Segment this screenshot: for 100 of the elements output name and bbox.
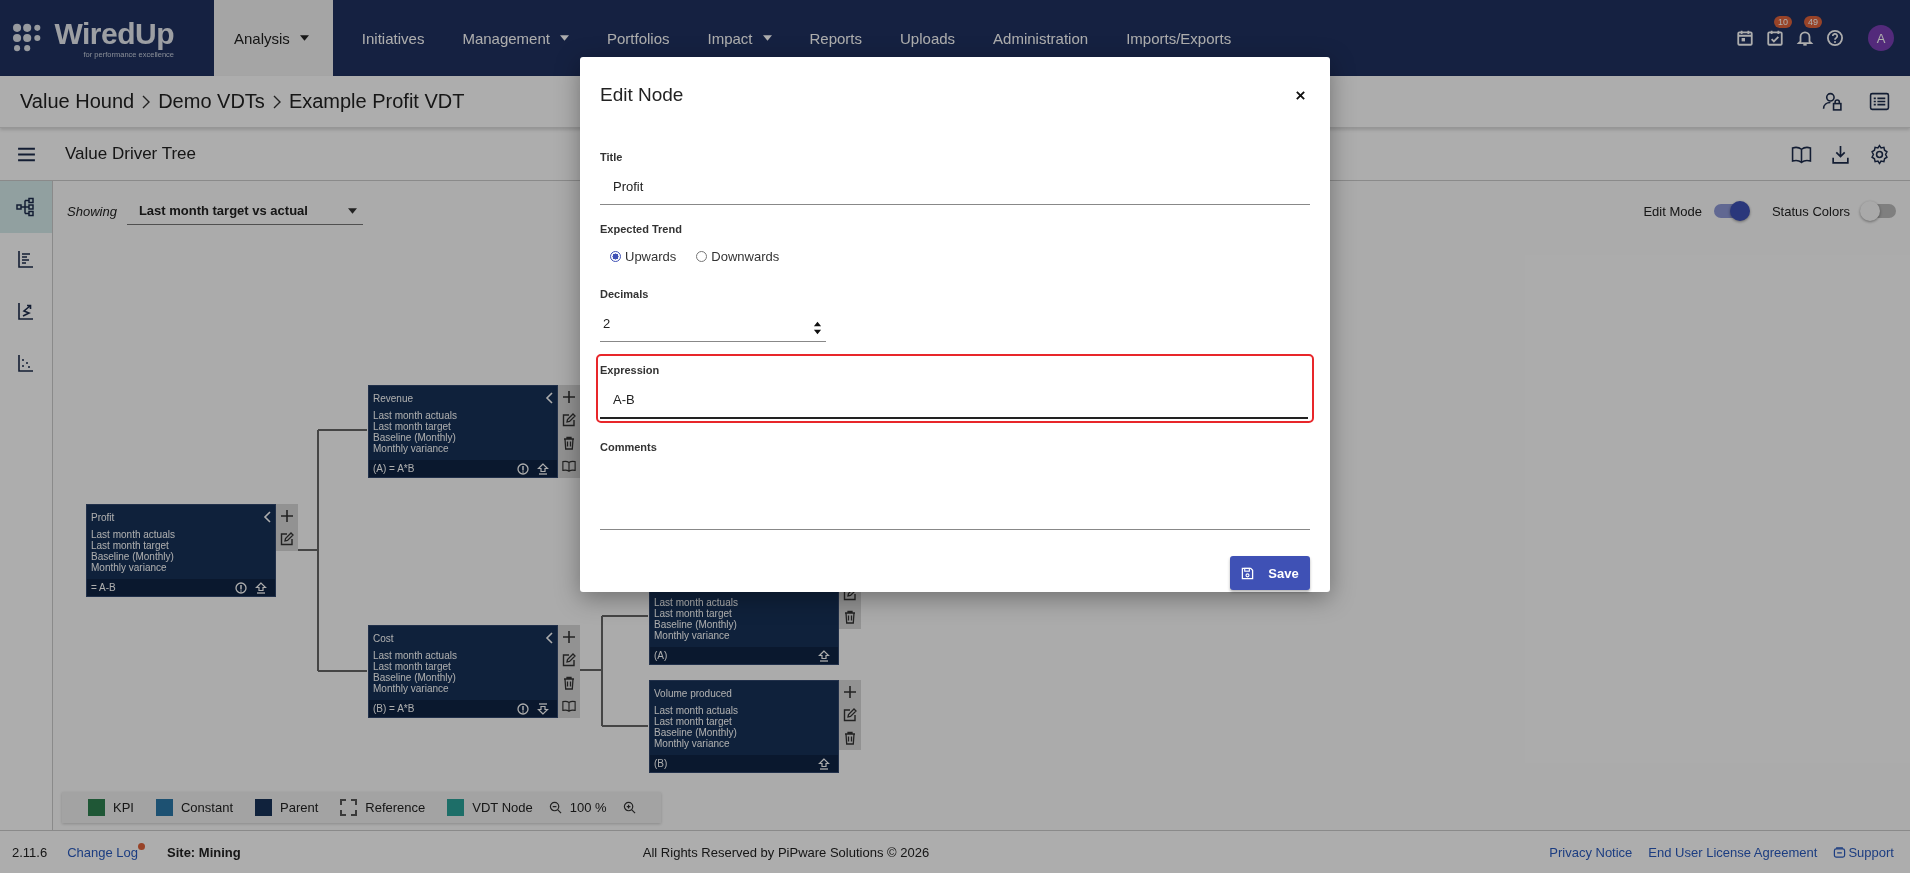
- field-label: Expression: [600, 364, 661, 376]
- help-icon[interactable]: [1826, 29, 1844, 47]
- calendar-icon[interactable]: [1736, 29, 1754, 47]
- chevron-left-icon[interactable]: [545, 392, 553, 404]
- sidebar-view-tab[interactable]: [0, 181, 52, 233]
- chevron-right-icon: [142, 94, 151, 109]
- legend-label: Reference: [365, 800, 426, 815]
- breadcrumb-link[interactable]: Demo VDTs: [158, 90, 265, 113]
- nav-menu-tab[interactable]: Reports: [792, 0, 880, 76]
- node-formula: (B) = A*B: [373, 703, 415, 714]
- info-icon[interactable]: [517, 702, 529, 715]
- tree-node-card[interactable]: Profit Last month actuals Last month target Baseline (Monthly) Monthly variance = A-B: [86, 504, 276, 597]
- nav-menu-tab[interactable]: Analysis: [214, 0, 333, 76]
- plus-icon[interactable]: [562, 390, 576, 404]
- plus-icon[interactable]: [280, 509, 294, 523]
- scatter-chart-icon[interactable]: [16, 353, 36, 373]
- trend-chart-icon[interactable]: [16, 301, 36, 321]
- node-title: Profit: [91, 511, 116, 523]
- node-formula: (A) = A*B: [373, 463, 415, 474]
- trash-icon[interactable]: [843, 731, 857, 745]
- legend-label: KPI: [113, 800, 134, 815]
- user-lock-icon[interactable]: [1822, 91, 1843, 112]
- field-label: Title: [600, 151, 624, 163]
- node-measure-label: Last month actuals: [91, 529, 176, 540]
- logo-wordmark: WiredUp: [54, 17, 174, 50]
- support-link[interactable]: Support: [1848, 844, 1894, 860]
- zoom-out-icon[interactable]: [548, 801, 562, 814]
- field-label: Expected Trend: [600, 223, 683, 235]
- plus-icon[interactable]: [843, 685, 857, 699]
- open-book-icon[interactable]: [562, 699, 576, 713]
- radio-label[interactable]: Upwards: [625, 249, 677, 264]
- tree-node-card[interactable]: Volume produced Last month actuals Last month target Baseline (Monthly) Monthly variance (B): [649, 680, 839, 773]
- nav-menu-tab[interactable]: Administration: [976, 0, 1106, 76]
- hierarchy-icon[interactable]: [16, 197, 36, 217]
- field-label: Decimals: [600, 288, 650, 300]
- footer-link[interactable]: Privacy Notice: [1549, 844, 1633, 860]
- plus-icon[interactable]: [562, 630, 576, 644]
- trash-icon[interactable]: [562, 436, 576, 450]
- list-icon[interactable]: [1869, 91, 1890, 112]
- nav-menu-tab[interactable]: Uploads: [883, 0, 973, 76]
- open-book-icon[interactable]: [562, 459, 576, 473]
- node-measure-label: Baseline (Monthly): [654, 727, 738, 738]
- arrow-up-icon[interactable]: [255, 581, 267, 594]
- breadcrumb-link[interactable]: Example Profit VDT: [288, 90, 465, 113]
- tree-node-card[interactable]: Cost Last month actuals Last month target Baseline (Monthly) Monthly variance (B) = A*B: [368, 625, 558, 718]
- support-icon[interactable]: [1833, 845, 1847, 859]
- node-measure-label: Baseline (Monthly): [654, 619, 738, 630]
- toggle-label: Edit Mode: [1643, 203, 1702, 219]
- close-icon[interactable]: [1295, 89, 1306, 101]
- trash-icon[interactable]: [843, 610, 857, 624]
- text-input-field[interactable]: Profit: [600, 163, 1310, 205]
- count-badge: 49: [1804, 16, 1822, 28]
- chevron-left-icon[interactable]: [263, 511, 271, 523]
- chevron-left-icon[interactable]: [545, 632, 553, 644]
- download-icon[interactable]: [1830, 143, 1851, 165]
- info-icon[interactable]: [517, 462, 529, 475]
- arrow-up-icon[interactable]: [818, 649, 830, 662]
- zoom-in-icon[interactable]: [622, 801, 636, 814]
- text-input-field[interactable]: A-B: [600, 376, 1308, 419]
- radio-button[interactable]: [610, 251, 621, 262]
- caret-icon: [347, 207, 357, 214]
- toggle-switch[interactable]: [1713, 204, 1748, 218]
- count-badge: 10: [1774, 16, 1792, 28]
- radio-label[interactable]: Downwards: [711, 249, 780, 264]
- footer-link[interactable]: End User License Agreement: [1648, 844, 1818, 860]
- nav-menu-tab[interactable]: Portfolios: [589, 0, 687, 76]
- toggle-switch[interactable]: [1862, 204, 1896, 218]
- node-title: Cost: [373, 632, 395, 644]
- node-measure-label: Last month actuals: [654, 705, 739, 716]
- info-icon[interactable]: [235, 581, 247, 594]
- number-input-field[interactable]: 2: [600, 300, 813, 341]
- node-title: Volume produced: [654, 687, 733, 699]
- node-measure-label: Last month target: [373, 661, 451, 672]
- node-measure-label: Monthly variance: [654, 738, 730, 749]
- tree-node-card[interactable]: Revenue Last month actuals Last month target Baseline (Monthly) Monthly variance (A) = A*B: [368, 385, 558, 478]
- arrow-up-icon[interactable]: [818, 757, 830, 770]
- task-check-icon[interactable]: [1766, 29, 1784, 47]
- breadcrumb-link[interactable]: Value Hound: [20, 90, 135, 113]
- page-title: Value Driver Tree: [65, 144, 196, 164]
- spinner-arrows-icon[interactable]: [813, 319, 822, 337]
- bar-list-icon[interactable]: [16, 249, 36, 269]
- changelog-link[interactable]: Change Log: [67, 844, 139, 860]
- toggle-label: Status Colors: [1771, 203, 1850, 219]
- arrow-down-icon[interactable]: [537, 702, 549, 715]
- nav-menu-tab[interactable]: Initiatives: [344, 0, 442, 76]
- nav-menu-tab[interactable]: Imports/Exports: [1109, 0, 1249, 76]
- node-measure-label: Last month actuals: [654, 597, 739, 608]
- scenario-dropdown[interactable]: Last month target vs actual: [126, 197, 363, 225]
- trash-icon[interactable]: [562, 676, 576, 690]
- node-measure-label: Monthly variance: [654, 630, 730, 641]
- notification-bell-icon[interactable]: [1796, 29, 1814, 47]
- nav-menu-tab[interactable]: Impact: [690, 0, 789, 76]
- settings-icon[interactable]: [1869, 143, 1890, 165]
- nav-menu-tab[interactable]: Management: [445, 0, 586, 76]
- save-button[interactable]: Save: [1230, 556, 1310, 590]
- node-measure-label: Last month actuals: [373, 650, 458, 661]
- arrow-up-icon[interactable]: [537, 462, 549, 475]
- user-avatar[interactable]: A: [1868, 25, 1894, 51]
- node-measure-label: Baseline (Monthly): [91, 551, 175, 562]
- chevron-right-icon: [272, 94, 281, 109]
